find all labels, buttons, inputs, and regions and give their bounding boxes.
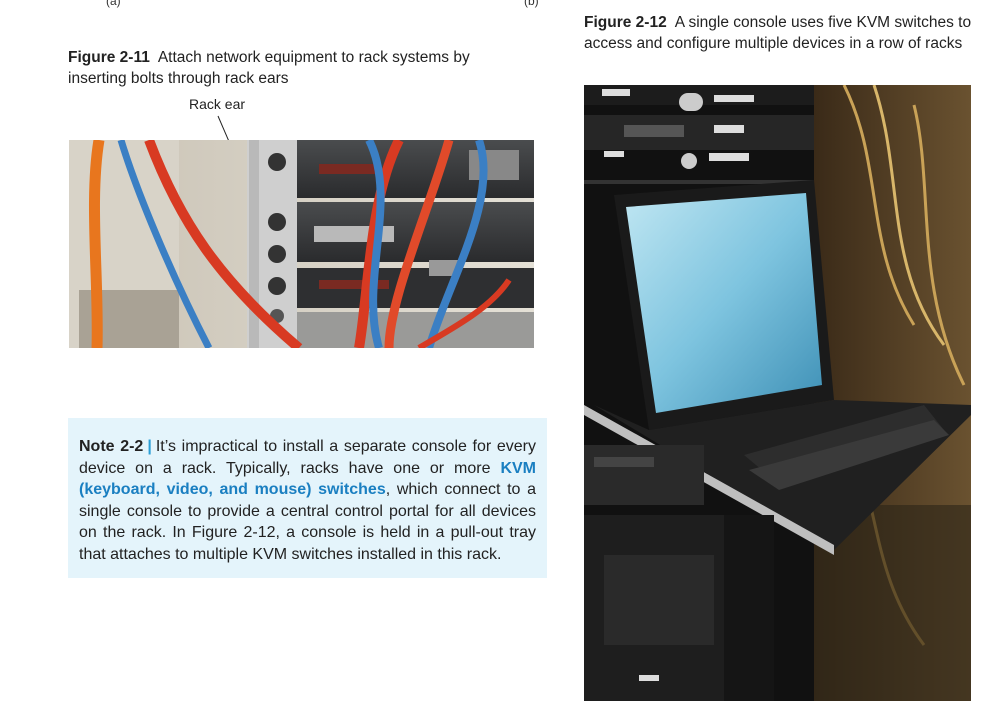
- note-title: Note 2-2: [79, 438, 144, 455]
- figure-2-12-caption: Figure 2-12 A single console uses five KV…: [584, 12, 974, 54]
- figure-2-11-caption: Figure 2-11 Attach network equipment to r…: [68, 47, 508, 89]
- subfigure-label-b: (b): [524, 0, 539, 8]
- subfigure-label-a: (a): [106, 0, 121, 8]
- figure-number: Figure 2-12: [584, 14, 667, 31]
- rack-ears-photo: [69, 140, 534, 348]
- note-separator: |: [147, 438, 152, 455]
- kvm-console-photo: [584, 85, 971, 701]
- rack-ear-callout: Rack ear: [189, 96, 246, 112]
- figure-number: Figure 2-11: [68, 49, 150, 66]
- note-box: Note 2-2 | It’s impractical to install a s…: [68, 418, 547, 578]
